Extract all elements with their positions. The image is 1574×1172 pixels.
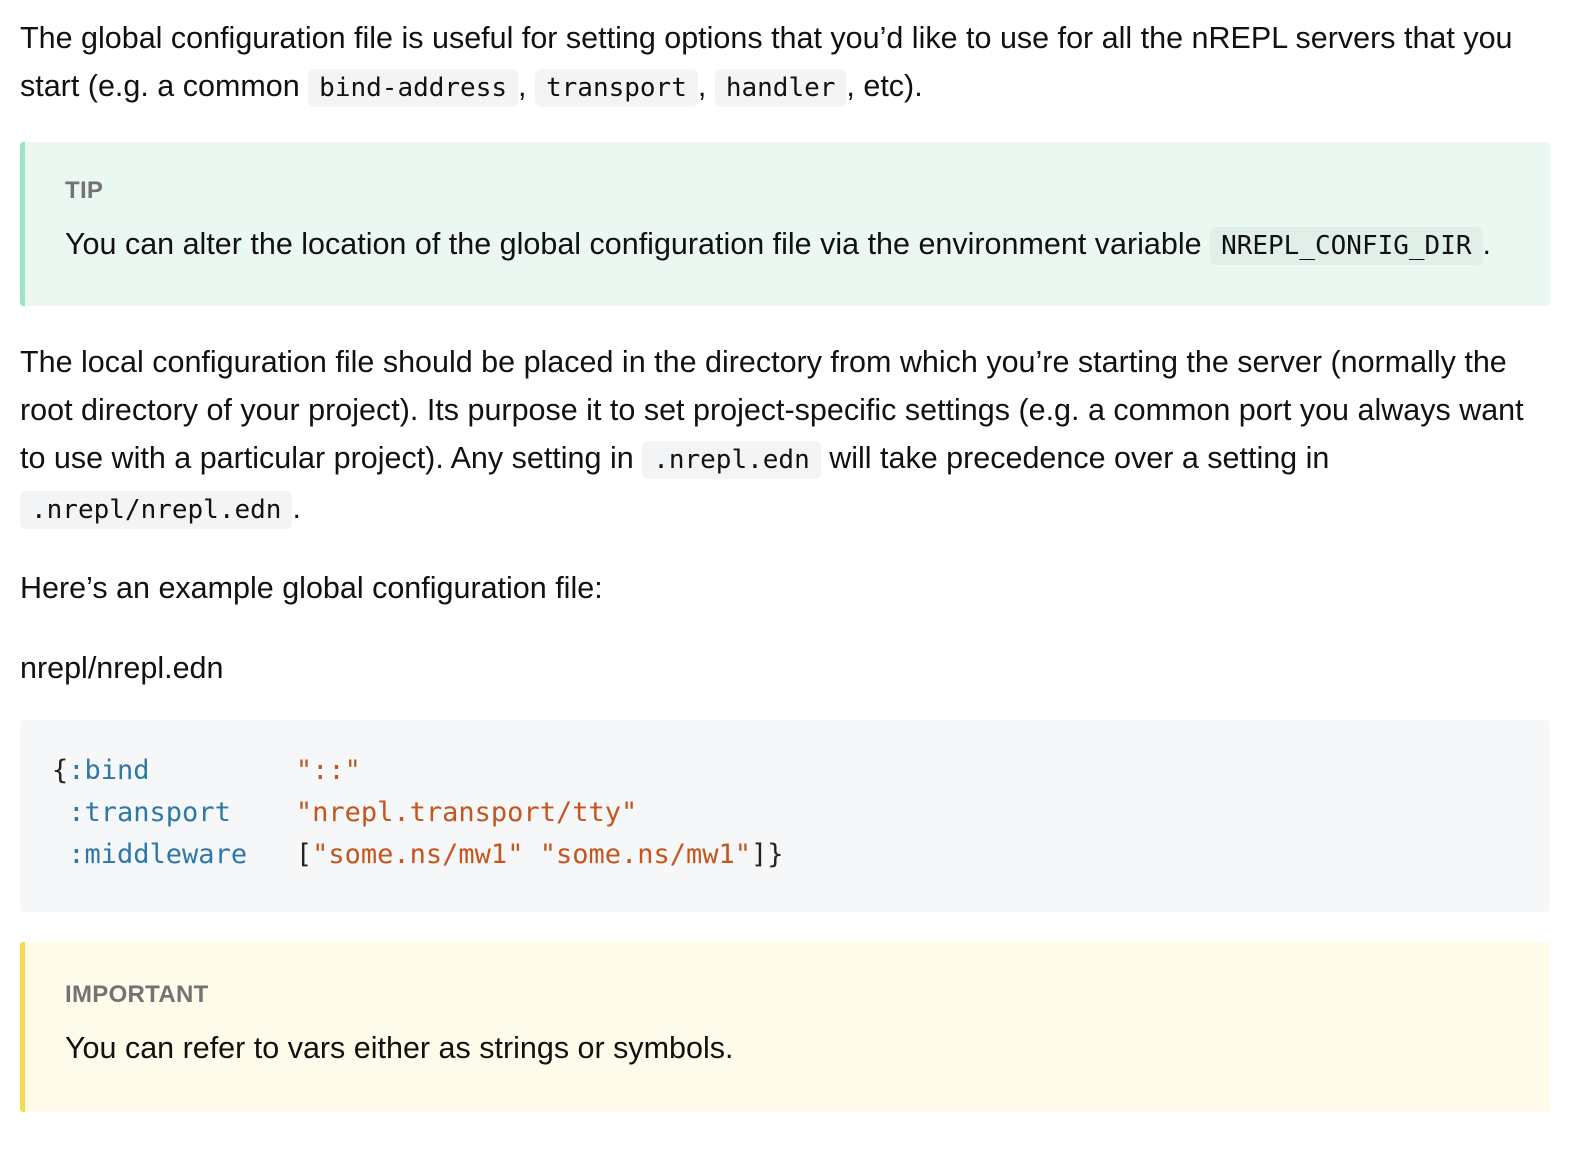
code-padding (52, 839, 68, 870)
code-padding (150, 755, 296, 786)
local-config-paragraph: The local configuration file should be p… (20, 338, 1550, 534)
code-padding (523, 839, 539, 870)
intro-text-end: , etc). (846, 69, 923, 103)
inline-code-bind-address: bind-address (308, 69, 519, 107)
code-punctuation: ]} (751, 839, 784, 870)
important-admonition: IMPORTANT You can refer to vars either a… (20, 942, 1550, 1112)
code-line: {:bind "::" (52, 750, 1518, 792)
inline-code-handler: handler (714, 69, 847, 107)
document-content: The global configuration file is useful … (20, 0, 1550, 1112)
code-string: "some.ns/mw1" (539, 839, 752, 870)
inline-code-global-file: .nrepl/nrepl.edn (20, 491, 293, 529)
inline-code-local-file: .nrepl.edn (642, 441, 821, 479)
code-padding (231, 797, 296, 828)
code-file-name: nrepl/nrepl.edn (20, 651, 224, 685)
separator: , (518, 69, 527, 103)
tip-title: TIP (65, 177, 104, 204)
code-line: :transport "nrepl.transport/tty" (52, 792, 1518, 834)
code-punctuation: { (52, 755, 69, 786)
tip-admonition: TIP You can alter the location of the gl… (20, 142, 1550, 306)
inline-code-env-var: NREPL_CONFIG_DIR (1210, 227, 1483, 265)
code-keyword: :transport (68, 797, 231, 828)
intro-paragraph: The global configuration file is useful … (20, 14, 1550, 112)
code-punctuation: [ (295, 839, 313, 870)
inline-code-transport: transport (534, 69, 698, 107)
code-string: "::" (295, 755, 361, 786)
example-intro: Here’s an example global configuration f… (20, 571, 603, 605)
local-text-middle: will take precedence over a setting in (829, 441, 1330, 475)
important-body: You can refer to vars either as strings … (65, 1031, 734, 1065)
code-string: "some.ns/mw1" (312, 839, 524, 870)
code-keyword: :middleware (68, 839, 248, 870)
tip-text: You can alter the location of the global… (65, 227, 1202, 261)
code-string: "nrepl.transport/tty" (295, 797, 638, 828)
local-text-end: . (292, 491, 301, 525)
tip-body: You can alter the location of the global… (65, 220, 1510, 270)
code-block: {:bind "::" :transport "nrepl.transport/… (20, 720, 1550, 912)
code-padding (247, 839, 296, 870)
code-keyword: :bind (68, 755, 150, 786)
code-padding (52, 797, 68, 828)
important-title: IMPORTANT (65, 981, 209, 1008)
tip-text-end: . (1482, 227, 1491, 261)
separator: , (697, 69, 707, 103)
code-line: :middleware ["some.ns/mw1" "some.ns/mw1"… (52, 834, 1518, 876)
